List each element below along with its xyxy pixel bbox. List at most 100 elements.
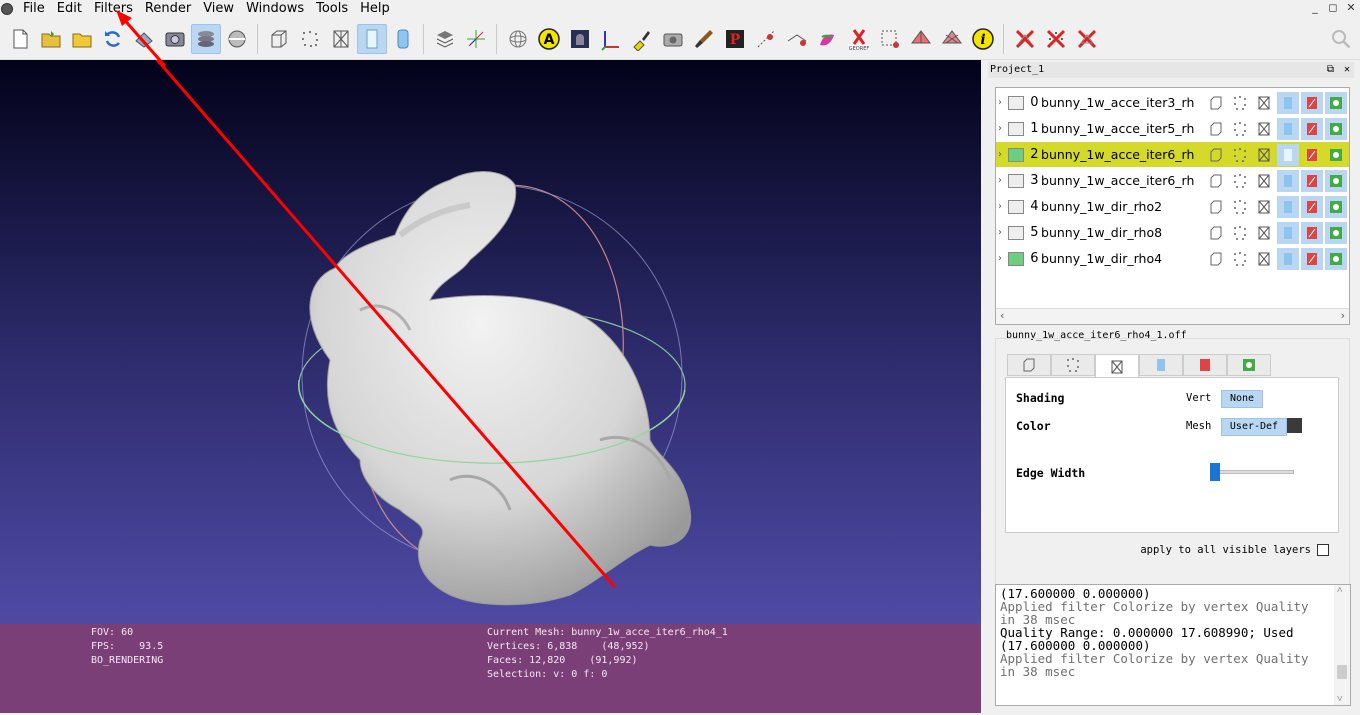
texture-toggle-icon[interactable] [1301, 195, 1324, 218]
visibility-toggle-icon[interactable] [1007, 121, 1025, 136]
axes-icon[interactable] [596, 24, 626, 54]
layer-row-4[interactable]: › 4 bunny_1w_dir_rho2 [996, 194, 1349, 219]
trackball-icon[interactable] [503, 24, 533, 54]
wire-toggle-icon[interactable] [1253, 222, 1275, 244]
bbox-toggle-icon[interactable] [1205, 170, 1227, 192]
expand-arrow-icon[interactable]: › [998, 227, 1007, 238]
select-vertices-icon[interactable] [937, 24, 967, 54]
menu-tools[interactable]: Tools [310, 0, 354, 18]
new-project-icon[interactable] [5, 24, 35, 54]
snapshot-icon[interactable] [160, 24, 190, 54]
delete-faces-icon[interactable] [1010, 24, 1040, 54]
texture-toggle-icon[interactable] [1301, 169, 1324, 192]
reload-icon[interactable] [98, 24, 128, 54]
scroll-up-icon[interactable]: ˄ [1337, 585, 1343, 596]
expand-arrow-icon[interactable]: › [998, 253, 1007, 264]
paint-brush-icon[interactable] [627, 24, 657, 54]
menu-file[interactable]: File [17, 0, 51, 18]
open-project-icon[interactable] [36, 24, 66, 54]
log-scroll-thumb[interactable] [1337, 665, 1347, 679]
points-toggle-icon[interactable] [1229, 248, 1251, 270]
axis-icon[interactable] [461, 24, 491, 54]
layer-stack-icon[interactable] [190, 23, 221, 54]
texture-toggle-icon[interactable] [1301, 221, 1324, 244]
visibility-toggle-icon[interactable] [1007, 95, 1025, 110]
decorator-toggle-icon[interactable] [1325, 247, 1348, 270]
points-toggle-icon[interactable] [1229, 92, 1251, 114]
bbox-toggle-icon[interactable] [1205, 196, 1227, 218]
tab-fill[interactable] [1139, 354, 1183, 376]
shading-none-button[interactable]: None [1221, 390, 1263, 408]
bbox-toggle-icon[interactable] [1205, 118, 1227, 140]
wire-toggle-icon[interactable] [1253, 118, 1275, 140]
expand-arrow-icon[interactable]: › [998, 123, 1007, 134]
bbox-toggle-icon[interactable] [1205, 92, 1227, 114]
fill-toggle-icon[interactable] [1277, 91, 1300, 114]
light-icon[interactable] [565, 24, 595, 54]
export-icon[interactable] [129, 24, 159, 54]
dock-float-icon[interactable]: ⧉ [1327, 62, 1334, 78]
tab-bbox[interactable] [1007, 354, 1051, 376]
tab-wireframe[interactable] [1095, 354, 1139, 378]
decorator-toggle-icon[interactable] [1325, 91, 1348, 114]
layer-row-5[interactable]: › 5 bunny_1w_dir_rho8 [996, 220, 1349, 245]
edge-width-slider[interactable] [1210, 463, 1220, 481]
decorator-toggle-icon[interactable] [1325, 144, 1347, 166]
scroll-right-icon[interactable]: › [1341, 309, 1345, 322]
info-icon[interactable]: i [968, 24, 998, 54]
select-faces-icon[interactable] [906, 24, 936, 54]
scroll-down-icon[interactable]: ˅ [1337, 694, 1343, 705]
expand-arrow-icon[interactable]: › [998, 149, 1007, 160]
delete-vertices-icon[interactable] [1041, 24, 1071, 54]
measure-icon[interactable] [751, 24, 781, 54]
dock-close-icon[interactable]: ✕ [1344, 62, 1350, 78]
texture-toggle-icon[interactable] [1301, 91, 1324, 114]
delete-both-icon[interactable] [1072, 24, 1102, 54]
decorator-toggle-icon[interactable] [1325, 221, 1348, 244]
apply-all-checkbox[interactable] [1317, 544, 1329, 556]
tab-texture[interactable] [1183, 354, 1227, 376]
color-userdef-button[interactable]: User-Def [1221, 418, 1287, 436]
raster-layers-icon[interactable] [430, 24, 460, 54]
wire-toggle-icon[interactable] [1253, 248, 1275, 270]
expand-arrow-icon[interactable]: › [998, 175, 1007, 186]
menu-render[interactable]: Render [139, 0, 197, 18]
layer-row-3[interactable]: › 3 bunny_1w_acce_iter6_rho4 [996, 168, 1349, 193]
search-icon[interactable] [1326, 24, 1356, 54]
tab-decorator[interactable] [1227, 354, 1271, 376]
fill-toggle-icon[interactable] [1277, 117, 1300, 140]
points-icon[interactable] [295, 24, 325, 54]
paint-icon[interactable] [813, 24, 843, 54]
wire-toggle-icon[interactable] [1253, 196, 1275, 218]
layer-row-0[interactable]: › 0 bunny_1w_acce_iter3_rho8 [996, 90, 1349, 115]
decorator-toggle-icon[interactable] [1325, 117, 1348, 140]
texture-toggle-icon[interactable] [1301, 117, 1324, 140]
points-toggle-icon[interactable] [1229, 118, 1251, 140]
bounding-box-icon[interactable] [264, 24, 294, 54]
texture-toggle-icon[interactable] [1301, 247, 1324, 270]
brush-icon[interactable] [689, 24, 719, 54]
expand-arrow-icon[interactable]: › [998, 201, 1007, 212]
visibility-toggle-icon[interactable] [1007, 199, 1025, 214]
restore-button[interactable]: ◻ [1324, 0, 1342, 16]
bbox-toggle-icon[interactable] [1205, 248, 1227, 270]
scroll-left-icon[interactable]: ‹ [1000, 309, 1004, 322]
edge-width-track[interactable] [1216, 470, 1294, 474]
pickpoints-icon[interactable]: P [720, 24, 750, 54]
menu-edit[interactable]: Edit [51, 0, 88, 18]
wire-toggle-icon[interactable] [1253, 144, 1275, 166]
menu-filters[interactable]: Filters [88, 0, 139, 18]
points-toggle-icon[interactable] [1229, 196, 1251, 218]
open-mesh-icon[interactable] [67, 24, 97, 54]
log-scrollbar[interactable]: ˄ ˅ [1334, 585, 1350, 705]
visibility-toggle-icon[interactable] [1007, 251, 1025, 266]
smooth-shading-icon[interactable] [388, 24, 418, 54]
wire-toggle-icon[interactable] [1253, 92, 1275, 114]
3d-viewport[interactable]: FOV: 60 FPS: 93.5 BO_RENDERING Current M… [0, 60, 981, 713]
menu-windows[interactable]: Windows [240, 0, 310, 18]
fill-toggle-icon[interactable] [1277, 169, 1300, 192]
fill-toggle-icon[interactable] [1277, 221, 1300, 244]
select-area-icon[interactable] [875, 24, 905, 54]
annotation-icon[interactable]: A [534, 24, 564, 54]
close-button[interactable]: ✕ [1342, 0, 1360, 16]
